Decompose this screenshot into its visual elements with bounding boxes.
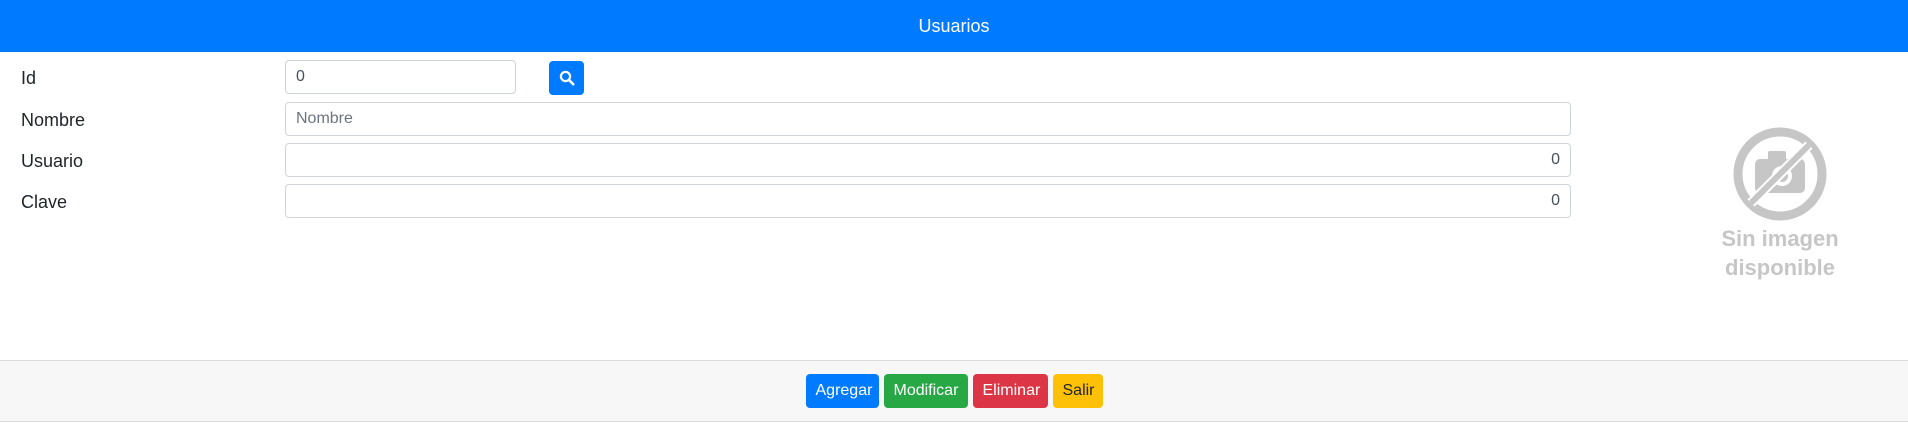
nombre-label: Nombre [21,110,86,130]
no-image-placeholder: Sin imagen disponible [1700,124,1860,334]
action-bar: Agregar Modificar Eliminar Salir [0,360,1908,422]
no-image-text: Sin imagen disponible [1690,224,1870,282]
id-field[interactable] [285,60,516,94]
page-title: Usuarios [918,15,990,36]
id-label: Id [21,68,37,88]
modificar-button[interactable]: Modificar [883,374,968,408]
nombre-row: Nombre [0,102,1600,138]
search-button[interactable] [549,61,584,95]
clave-row: Clave [0,184,1600,220]
no-image-line2: disponible [1725,255,1835,280]
no-image-line1: Sin imagen [1721,226,1839,251]
usuario-field[interactable] [285,143,1571,177]
user-form: Id Nombre Usuario Clave Sin [0,52,1908,360]
nombre-field[interactable] [285,102,1571,136]
id-row: Id [0,60,1600,96]
no-camera-icon [1733,127,1827,221]
agregar-button[interactable]: Agregar [805,374,879,408]
usuario-row: Usuario [0,143,1600,179]
search-icon [559,70,574,86]
clave-field[interactable] [285,184,1571,218]
page-header: Usuarios [0,0,1908,52]
clave-label: Clave [21,192,68,212]
eliminar-button[interactable]: Eliminar [972,374,1048,408]
usuario-label: Usuario [21,151,84,171]
salir-button[interactable]: Salir [1052,374,1103,408]
